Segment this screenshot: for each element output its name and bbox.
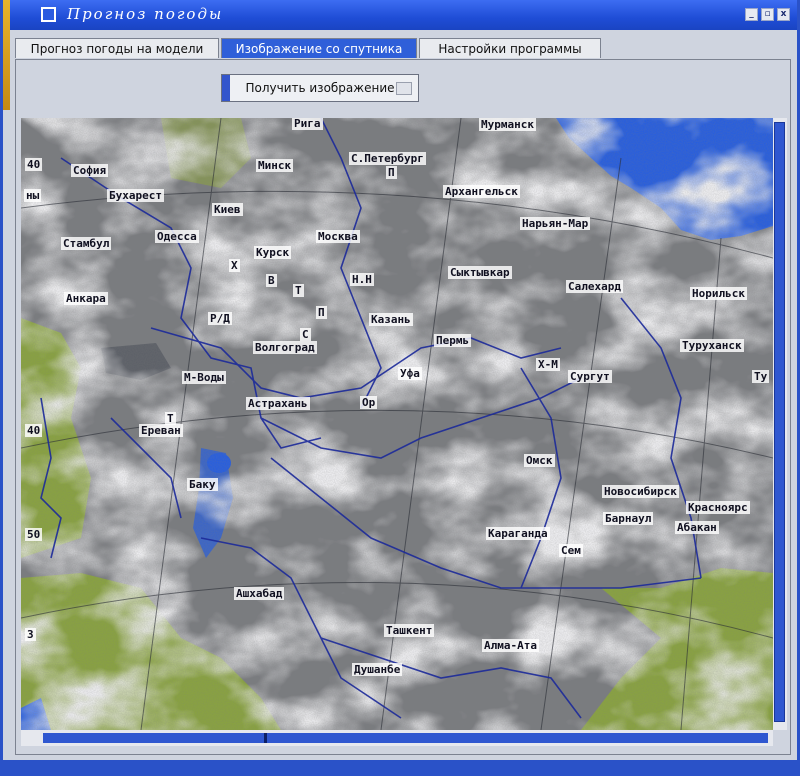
city-label: Бухарест [107,189,164,202]
latitude-label: 50 [25,528,43,541]
city-label: Караганда [486,527,550,540]
restore-button[interactable]: ▫ [761,8,774,21]
app-window: Прогноз погоды _ ▫ x Прогноз погоды на м… [0,0,800,776]
city-label: X [229,259,240,272]
city-label: П [386,166,397,179]
vertical-scrollbar[interactable] [773,118,787,730]
city-label: Курск [254,246,292,259]
city-label: Ор [360,396,378,409]
city-label: Одесса [155,230,199,243]
city-label: Мурманск [479,118,536,131]
city-label: София [71,164,109,177]
city-label: Норильск [690,287,747,300]
city-label: Ту [752,370,770,383]
city-label: С.Петербург [349,152,426,165]
horizontal-scrollbar[interactable] [21,730,773,746]
latitude-label: 40 [25,424,43,437]
latitude-label: 40 [25,158,43,171]
city-label: В [266,274,277,287]
tab-satellite-image[interactable]: Изображение со спутника [221,38,417,58]
city-label: Стамбул [61,237,112,250]
close-button[interactable]: x [777,8,790,21]
city-label: Ташкент [384,624,435,637]
city-label: Рига [292,118,323,130]
city-label: Москва [316,230,360,243]
city-label: ны [24,189,42,202]
city-label: Пермь [434,334,472,347]
vertical-scroll-thumb[interactable] [774,122,785,722]
button-accent [222,75,230,101]
city-label: Туруханск [680,339,744,352]
tab-settings[interactable]: Настройки программы [419,38,601,58]
city-label: Минск [256,159,294,172]
city-label: Ереван [139,424,183,437]
city-label: Сургут [568,370,612,383]
satellite-map-svg [21,118,773,730]
city-label: Р/Д [208,312,232,325]
get-image-button-label: Получить изображение [245,81,395,95]
city-label: П [316,306,327,319]
city-label: М-Воды [182,371,226,384]
city-label: Т [293,284,304,297]
city-label: Красноярс [686,501,750,514]
city-label: Астрахань [246,397,310,410]
city-label: Х-М [536,358,560,371]
city-label: Сыктывкар [448,266,512,279]
window-bottom-border [3,760,800,776]
city-label: Анкара [64,292,108,305]
city-label: Баку [187,478,218,491]
app-icon [41,7,56,22]
city-label: Новосибирск [602,485,679,498]
city-label: С [300,328,311,341]
city-label: Ашхабад [234,587,285,600]
city-label: Абакан [675,521,719,534]
tab-model-forecast[interactable]: Прогноз погоды на модели [15,38,219,58]
city-label: Уфа [398,367,422,380]
button-dropdown-icon [396,82,412,95]
city-label: Архангельск [443,185,520,198]
image-grain [21,118,773,730]
city-label: Алма-Ата [482,639,539,652]
city-label: Н.Н [350,273,374,286]
minimize-button[interactable]: _ [745,8,758,21]
city-label: Нарьян-Мар [520,217,591,230]
satellite-image: 40 40 50 3 Рига Мурманск София Минск С.Петер… [21,118,773,730]
title-bar[interactable]: Прогноз погоды _ ▫ x [3,0,797,110]
city-label: Волгоград [253,341,317,354]
city-label: Казань [369,313,413,326]
scroll-grip [264,733,267,743]
city-label: Салехард [566,280,623,293]
city-label: Киев [212,203,243,216]
latitude-label: 3 [25,628,36,641]
city-label: Барнаул [603,512,654,525]
toolbar: Получить изображение [221,74,419,102]
window-accent [3,0,10,110]
city-label: Душанбе [352,663,403,676]
window-title: Прогноз погоды [67,5,224,23]
city-label: Сем [559,544,583,557]
city-label: Омск [524,454,555,467]
get-image-button[interactable]: Получить изображение [221,74,419,102]
horizontal-scroll-thumb[interactable] [43,733,768,743]
